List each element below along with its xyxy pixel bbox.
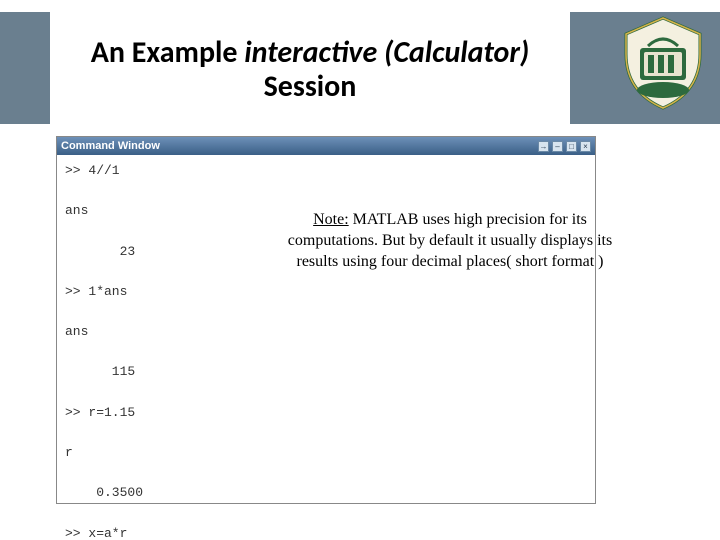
title-post: Session — [264, 68, 357, 105]
command-window-title: Command Window — [61, 140, 160, 152]
command-window: Command Window → – □ × >> 4//1 ans 23 >>… — [56, 136, 596, 504]
title-italic: interactive (Calculator) — [244, 34, 529, 71]
note-text: Note: MATLAB uses high precision for its… — [280, 210, 620, 272]
window-controls: → – □ × — [538, 141, 591, 152]
university-logo — [618, 14, 708, 112]
dock-icon[interactable]: → — [538, 141, 549, 152]
title-pre: An Example — [91, 34, 245, 71]
maximize-icon[interactable]: □ — [566, 141, 577, 152]
slide-title: An Example interactive (Calculator) Sess… — [70, 36, 550, 105]
title-box: An Example interactive (Calculator) Sess… — [50, 10, 570, 130]
slide: An Example interactive (Calculator) Sess… — [0, 0, 720, 540]
note-underline: Note: — [313, 211, 349, 228]
close-icon[interactable]: × — [580, 141, 591, 152]
command-window-titlebar: Command Window → – □ × — [57, 137, 595, 155]
minimize-icon[interactable]: – — [552, 141, 563, 152]
